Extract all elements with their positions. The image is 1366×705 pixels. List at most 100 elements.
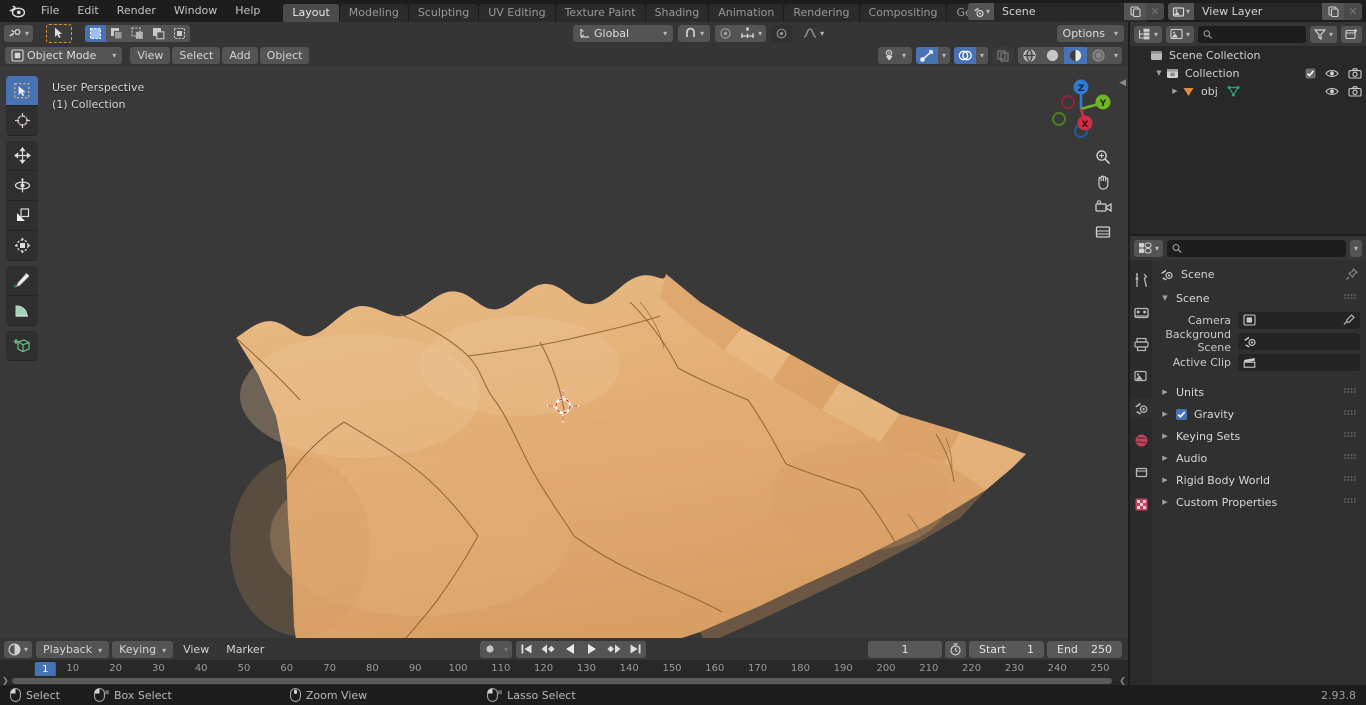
output-tab[interactable] <box>1131 334 1151 354</box>
extend-select-icon[interactable] <box>106 24 128 42</box>
viewport-menu-view[interactable]: View <box>130 46 171 64</box>
outliner-search-box[interactable] <box>1198 25 1306 43</box>
snap-target-group[interactable] <box>771 24 793 42</box>
overlays-group[interactable]: ▾ <box>953 46 988 64</box>
property-field-input[interactable] <box>1238 353 1360 371</box>
overlays-icon[interactable] <box>953 46 976 64</box>
object-tab[interactable] <box>1131 462 1151 482</box>
properties-options-chevron-icon[interactable]: ▾ <box>1349 239 1362 257</box>
jump-next-keyframe-button[interactable] <box>602 640 626 658</box>
new-scene-copy-icon[interactable] <box>1124 3 1146 20</box>
view-layer-selector[interactable]: ▾ View Layer ✕ <box>1168 3 1362 20</box>
gravity-checkbox[interactable] <box>1176 408 1187 420</box>
use-preview-range-icon[interactable] <box>945 640 966 658</box>
view-layer-name[interactable]: View Layer <box>1194 3 1322 20</box>
object-visibility-dropdown[interactable]: ▾ <box>877 46 912 64</box>
timeline-editor-icon[interactable]: ▾ <box>4 640 33 658</box>
panel-drag-grip-icon[interactable] <box>1344 387 1358 397</box>
properties-search-input[interactable] <box>1186 241 1341 255</box>
workspace-tab-rendering[interactable]: Rendering <box>784 4 859 22</box>
auto-keying-record-icon[interactable] <box>480 640 500 658</box>
expand-right-icon[interactable]: ▶ <box>1160 454 1170 462</box>
set-select-icon[interactable] <box>85 24 107 42</box>
gizmo-icon[interactable] <box>915 46 938 64</box>
workspace-tab-sculpting[interactable]: Sculpting <box>408 4 479 22</box>
timeline-horizontal-scrollbar[interactable]: ❯ ❮ <box>0 676 1128 685</box>
world-tab[interactable] <box>1131 430 1151 450</box>
3d-viewport[interactable]: User Perspective (1) Collection Z Y X ◀ <box>0 66 1128 638</box>
mesh-object-obj[interactable] <box>0 66 1128 638</box>
invert-select-icon[interactable] <box>148 24 170 42</box>
cursor-tool[interactable] <box>6 106 38 136</box>
rendered-shading-icon[interactable] <box>1086 46 1110 64</box>
collection-checkbox[interactable] <box>1305 68 1316 79</box>
jump-prev-keyframe-button[interactable] <box>537 640 561 658</box>
workspace-tab-layout[interactable]: Layout <box>283 4 339 22</box>
scene-name[interactable]: Scene <box>994 3 1124 20</box>
interaction-mode-dropdown[interactable]: Object Mode ▾ <box>5 46 123 64</box>
new-view-layer-icon[interactable] <box>1322 3 1344 20</box>
disable-in-renders-camera-icon[interactable] <box>1348 85 1362 97</box>
outliner-display-mode-icon[interactable]: ▾ <box>1134 25 1163 43</box>
panel-drag-grip-icon[interactable] <box>1344 497 1358 507</box>
toggle-ortho-icon[interactable] <box>1092 221 1114 243</box>
disable-in-renders-camera-icon[interactable] <box>1348 67 1362 79</box>
playback-transport-group[interactable] <box>516 640 647 658</box>
solid-shading-icon[interactable] <box>1040 46 1064 64</box>
top-menu-help[interactable]: Help <box>226 2 269 20</box>
viewport-menu-select[interactable]: Select <box>172 46 221 64</box>
active-tool-indicator[interactable] <box>46 23 73 43</box>
pan-view-icon[interactable] <box>1092 171 1114 193</box>
play-button[interactable] <box>581 640 603 658</box>
select-mode-group[interactable] <box>85 24 191 42</box>
panel-drag-grip-icon[interactable] <box>1344 431 1358 441</box>
panel-drag-grip-icon[interactable] <box>1344 475 1358 485</box>
property-panel-gravity[interactable]: ▶ Gravity <box>1152 403 1366 425</box>
workspace-tab-texture-paint[interactable]: Texture Paint <box>555 4 645 22</box>
top-menu-edit[interactable]: Edit <box>68 2 107 20</box>
current-frame-field[interactable]: 1 <box>868 640 942 658</box>
viewport-menu-add[interactable]: Add <box>222 46 258 64</box>
expand-right-icon[interactable]: ▶ <box>1170 87 1180 95</box>
hide-in-viewport-eye-icon[interactable] <box>1325 68 1339 79</box>
workspace-tab-modeling[interactable]: Modeling <box>339 4 408 22</box>
panel-drag-grip-icon[interactable] <box>1344 293 1358 303</box>
expand-right-icon[interactable]: ▶ <box>1160 476 1170 484</box>
annotate-tool[interactable] <box>6 266 38 296</box>
timeline-menu-view[interactable]: View <box>176 641 216 658</box>
expand-right-icon[interactable]: ▶ <box>1160 498 1170 506</box>
gizmo-options-chevron-icon[interactable]: ▾ <box>937 46 950 64</box>
unlink-scene-icon[interactable]: ✕ <box>1146 3 1164 20</box>
texture-tab[interactable] <box>1131 494 1151 514</box>
shading-mode-group[interactable]: ▾ <box>1017 46 1122 64</box>
top-menu-file[interactable]: File <box>32 2 68 20</box>
blender-logo-icon[interactable] <box>6 3 26 19</box>
timeline-menu-playback[interactable]: Playback ▾ <box>36 640 110 658</box>
shading-options-chevron-icon[interactable]: ▾ <box>1109 46 1122 64</box>
panel-drag-grip-icon[interactable] <box>1344 453 1358 463</box>
frame-end-field[interactable]: End 250 <box>1047 640 1122 658</box>
new-collection-icon[interactable] <box>1341 25 1362 43</box>
scale-tool[interactable] <box>6 201 38 231</box>
wireframe-shading-icon[interactable] <box>1017 46 1041 64</box>
editor-type-3dview-icon[interactable]: ▾ <box>4 24 34 42</box>
overlays-options-chevron-icon[interactable]: ▾ <box>975 46 988 64</box>
material-preview-shading-icon[interactable] <box>1063 46 1087 64</box>
view-layer-browse-icon[interactable]: ▾ <box>1168 3 1194 20</box>
transform-orientation-dropdown[interactable]: Global ▾ <box>573 24 674 42</box>
filter-funnel-icon[interactable]: ▾ <box>1309 25 1337 43</box>
viewport-options-dropdown[interactable]: Options ▾ <box>1056 24 1124 42</box>
property-panel-rigid-body-world[interactable]: ▶ Rigid Body World <box>1152 469 1366 491</box>
move-tool[interactable] <box>6 141 38 171</box>
measure-tool[interactable] <box>6 296 38 326</box>
transform-tool[interactable] <box>6 231 38 261</box>
auto-keying-options-chevron-icon[interactable]: ▾ <box>500 640 513 658</box>
timeline-menu-keying[interactable]: Keying ▾ <box>112 640 174 658</box>
workspace-tab-uv-editing[interactable]: UV Editing <box>479 4 555 22</box>
render-tab[interactable] <box>1131 302 1151 322</box>
frame-start-field[interactable]: Start 1 <box>969 640 1044 658</box>
zoom-view-icon[interactable] <box>1092 146 1114 168</box>
property-panel-custom-properties[interactable]: ▶ Custom Properties <box>1152 491 1366 513</box>
timeline-scroll-left-arrow[interactable]: ❯ <box>2 676 9 685</box>
snap-closest-icon[interactable] <box>771 24 793 42</box>
